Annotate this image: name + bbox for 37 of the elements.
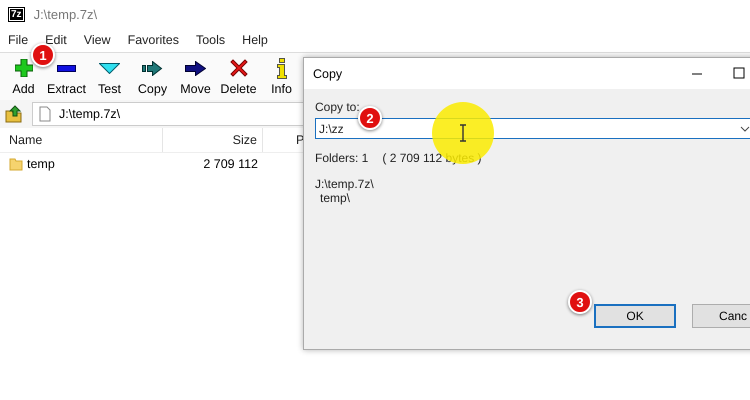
cross-icon xyxy=(230,59,248,77)
maximize-icon[interactable] xyxy=(733,67,745,79)
menu-item[interactable]: Help xyxy=(242,33,268,47)
field-label: Copy to: xyxy=(315,100,361,114)
chevron-down-icon xyxy=(740,126,750,132)
folder-icon xyxy=(9,157,23,171)
menu-item[interactable]: View xyxy=(84,33,111,47)
folder-up-icon[interactable] xyxy=(5,105,23,123)
info-icon xyxy=(276,58,286,78)
toolbar-button[interactable]: Test xyxy=(88,53,131,100)
arrow-icon xyxy=(142,60,163,76)
arrow-icon xyxy=(185,60,206,76)
chevron-icon xyxy=(99,62,120,74)
step-badge: 1 xyxy=(31,43,55,67)
cancel-button[interactable]: Canc xyxy=(692,304,750,328)
menu-item[interactable]: Tools xyxy=(196,33,226,47)
text-cursor-icon xyxy=(459,124,467,142)
file-icon xyxy=(39,106,51,122)
column-header[interactable]: Size xyxy=(163,128,263,152)
file-name[interactable]: temp xyxy=(27,157,55,171)
path-text: J:\temp.7z\ xyxy=(315,177,375,191)
minus-icon xyxy=(57,64,76,72)
toolbar-button[interactable]: Copy xyxy=(131,53,174,100)
dialog-title: Copy xyxy=(313,66,342,80)
menu-item[interactable]: File xyxy=(8,33,28,47)
plus-icon xyxy=(14,59,32,77)
folder-count: Folders: 1 xyxy=(315,151,368,165)
toolbar-button[interactable]: Info xyxy=(260,53,303,100)
toolbar-button[interactable]: Delete xyxy=(217,53,260,100)
path-text: temp\ xyxy=(319,191,352,205)
app-logo: 7z xyxy=(8,6,25,22)
file-size: 2 709 112 xyxy=(202,157,259,171)
window-title: J:\temp.7z\ xyxy=(34,6,98,22)
ok-button[interactable]: OK xyxy=(594,304,676,328)
toolbar-button[interactable]: Move xyxy=(174,53,217,100)
menu-item[interactable]: Favorites xyxy=(128,33,179,47)
column-header[interactable]: Name xyxy=(0,128,163,152)
